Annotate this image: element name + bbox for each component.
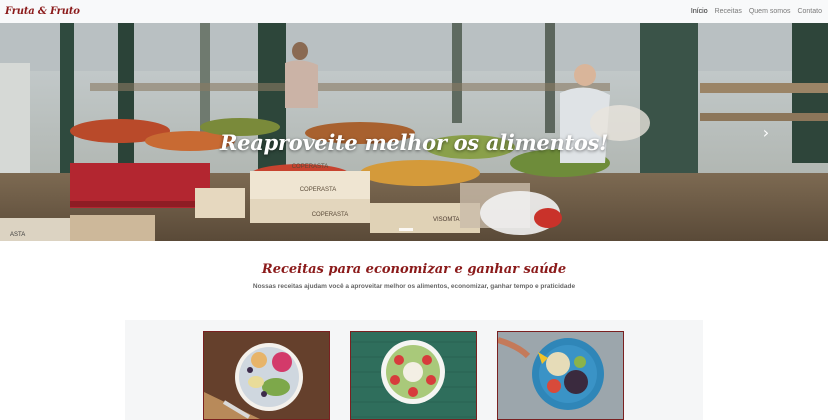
nav-link-receitas[interactable]: Receitas	[715, 8, 742, 15]
recipe-card[interactable]	[350, 331, 477, 420]
carousel-indicator[interactable]	[399, 228, 413, 231]
hero-carousel: COPERASTA COPERASTA COPERASTA ASTA VISOM…	[0, 23, 828, 241]
crate-label: COPERASTA	[300, 187, 337, 193]
recipes-subtitle: Nossas receitas ajudam você a aproveitar…	[252, 283, 576, 290]
nav-link-quem-somos[interactable]: Quem somos	[749, 8, 791, 15]
recipe-image-green-bowl	[351, 332, 476, 419]
brand-logo[interactable]: Fruta & Fruto	[5, 6, 80, 17]
recipe-card[interactable]	[203, 331, 330, 420]
recipes-title: Receitas para economizar e ganhar saúde	[261, 262, 567, 277]
crate-label: COPERASTA	[312, 212, 349, 218]
chevron-right-icon: ›	[762, 122, 770, 142]
crate-label: COPERASTA	[292, 164, 329, 170]
nav-link-contato[interactable]: Contato	[797, 8, 822, 15]
recipe-image-smoothie-bowl	[204, 332, 329, 419]
carousel-next-button[interactable]: ›	[757, 118, 775, 146]
navbar: Fruta & Fruto Início Receitas Quem somos…	[0, 0, 828, 23]
hero-caption: Reaproveite melhor os alimentos!	[220, 130, 608, 155]
crate-label: VISOMTA	[433, 217, 460, 223]
nav-link-inicio[interactable]: Início	[691, 8, 708, 15]
crate-label: ASTA	[10, 232, 25, 238]
nav-links: Início Receitas Quem somos Contato	[691, 8, 822, 15]
recipe-image-salad-plate	[498, 332, 623, 419]
recipe-card[interactable]	[497, 331, 624, 420]
